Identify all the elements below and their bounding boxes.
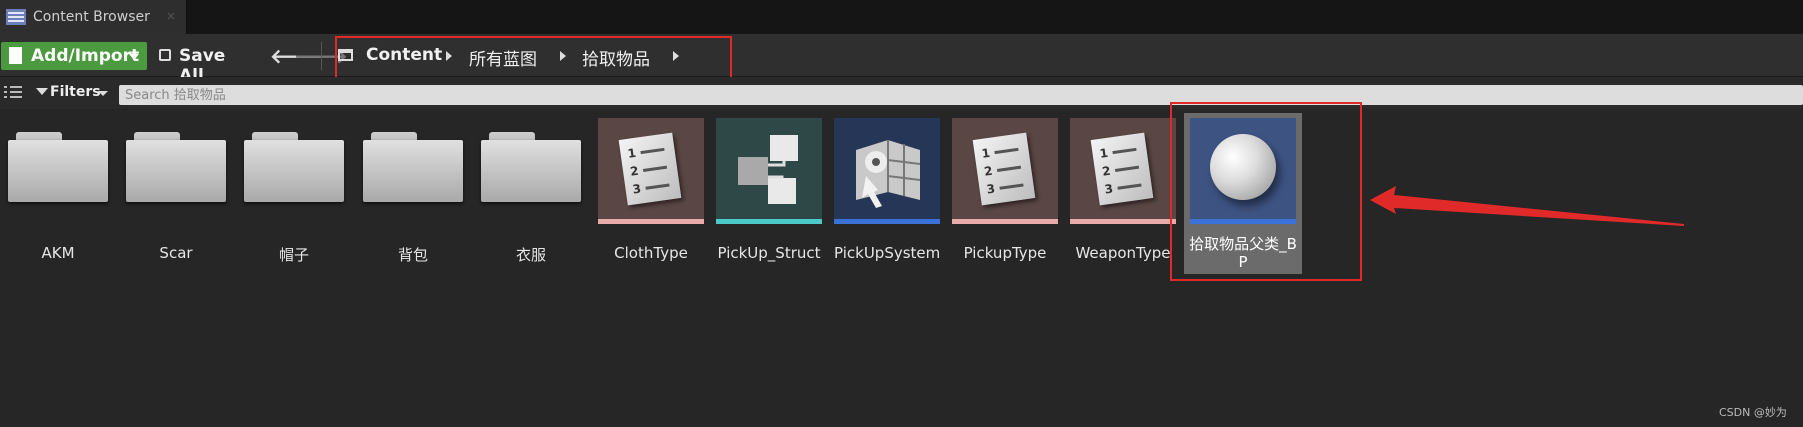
struct-icon bbox=[738, 135, 798, 204]
asset-tile-pickuptype[interactable]: 1 2 3 bbox=[952, 118, 1058, 224]
folder-icon[interactable] bbox=[126, 132, 226, 204]
folder-label: Scar bbox=[159, 244, 193, 262]
asset-label: PickUp_Struct bbox=[717, 244, 821, 262]
folder-label: AKM bbox=[41, 244, 75, 262]
asset-label: ClothType bbox=[614, 244, 688, 262]
content-browser-icon bbox=[6, 9, 26, 25]
filter-icon bbox=[36, 88, 48, 95]
enum-icon: 1 2 3 bbox=[972, 132, 1036, 206]
selected-asset-highlight-box bbox=[1170, 102, 1362, 281]
enum-icon: 1 2 3 bbox=[1090, 132, 1154, 206]
folder-label: 衣服 bbox=[515, 246, 546, 264]
add-import-label: Add/Import bbox=[31, 46, 140, 66]
component-icon bbox=[856, 140, 921, 208]
folder-icon[interactable] bbox=[481, 132, 581, 204]
annotation-arrow-icon bbox=[1370, 186, 1684, 226]
tab-title: Content Browser bbox=[33, 9, 150, 25]
search-input[interactable] bbox=[119, 85, 1803, 105]
asset-tile-pickup-struct[interactable] bbox=[716, 118, 822, 224]
view-options-icon[interactable] bbox=[4, 86, 22, 100]
save-icon bbox=[159, 49, 171, 61]
folder-icon[interactable] bbox=[363, 132, 463, 204]
asset-tile-pickupsystem[interactable] bbox=[834, 118, 940, 224]
asset-label: PickupType bbox=[963, 244, 1047, 262]
toolbar-divider bbox=[321, 42, 322, 70]
add-import-button[interactable]: Add/Import bbox=[1, 42, 147, 70]
asset-tile-weapontype[interactable]: 1 2 3 bbox=[1070, 118, 1176, 224]
folder-icon[interactable] bbox=[8, 132, 108, 204]
chevron-down-icon bbox=[129, 54, 139, 60]
save-all-button[interactable]: Save All bbox=[157, 42, 251, 86]
folder-label: 背包 bbox=[397, 246, 428, 264]
filter-bar: Filters bbox=[0, 77, 1803, 109]
asset-tile-clothtype[interactable]: 1 2 3 bbox=[598, 118, 704, 224]
folder-icon[interactable] bbox=[244, 132, 344, 204]
content-browser-tab[interactable]: Content Browser × bbox=[0, 0, 187, 34]
new-document-icon bbox=[9, 47, 22, 64]
asset-label: PickUpSystem bbox=[834, 244, 941, 262]
filters-button[interactable]: Filters bbox=[50, 84, 101, 100]
close-icon[interactable]: × bbox=[166, 9, 176, 23]
folder-label: 帽子 bbox=[278, 246, 309, 264]
toolbar: Add/Import Save All 🡐 🡒 Content 所有蓝图 拾取物… bbox=[0, 34, 1803, 86]
breadcrumb-highlight-box bbox=[335, 36, 732, 83]
chevron-down-icon bbox=[98, 91, 108, 96]
tab-strip: Content Browser × bbox=[0, 0, 1803, 34]
enum-icon: 1 2 3 bbox=[618, 132, 682, 206]
watermark: CSDN @妙为 bbox=[1719, 406, 1787, 419]
asset-label: WeaponType bbox=[1075, 244, 1171, 262]
